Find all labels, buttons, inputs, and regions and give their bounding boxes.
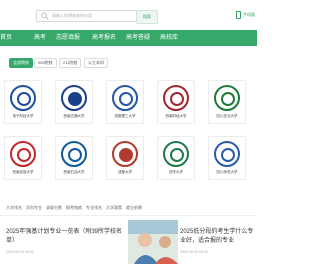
school-logo bbox=[10, 85, 36, 111]
filter-bar: 全部院校 985院校 211院校 公立本科 bbox=[0, 58, 257, 68]
school-card[interactable]: 西南石油大学 bbox=[55, 136, 93, 180]
school-card[interactable]: 成都理工大学 bbox=[106, 80, 144, 124]
school-card[interactable]: 西华大学 bbox=[157, 136, 195, 180]
school-name: 西南财经大学 bbox=[165, 114, 187, 118]
school-logo bbox=[61, 85, 87, 111]
tag-majors[interactable]: 学科专业 bbox=[26, 204, 42, 212]
school-logo bbox=[112, 85, 138, 111]
category-tags: 大学排名 学科专业 录取分数 报考指南 专业排名 大学政策 就业前景 bbox=[0, 204, 257, 212]
tag-guide[interactable]: 报考指南 bbox=[66, 204, 82, 212]
article-title[interactable]: 2025低分段的考生学什么专业好，适合报的专业 bbox=[180, 228, 256, 246]
school-card[interactable]: 成都大学 bbox=[106, 136, 144, 180]
mobile-link-label: 手机版 bbox=[243, 12, 255, 18]
school-card[interactable]: 西南财经大学 bbox=[157, 80, 195, 124]
filter-985[interactable]: 985院校 bbox=[34, 58, 57, 68]
divider bbox=[0, 215, 257, 216]
article-title[interactable]: 2025年强基计划专业一览表（附39所学校名单） bbox=[6, 228, 124, 246]
school-name: 西南交通大学 bbox=[63, 114, 85, 118]
tag-ranking[interactable]: 大学排名 bbox=[6, 204, 22, 212]
school-name: 西华大学 bbox=[169, 170, 183, 174]
school-logo bbox=[214, 141, 240, 167]
school-card[interactable]: 电子科技大学 bbox=[4, 80, 42, 124]
nav-item-gaokao[interactable]: 高考 bbox=[34, 30, 46, 46]
school-card[interactable]: 西南交通大学 bbox=[55, 80, 93, 124]
mobile-link[interactable]: 手机版 bbox=[236, 11, 255, 19]
school-name: 西南石油大学 bbox=[63, 170, 85, 174]
school-logo bbox=[214, 85, 240, 111]
top-bar: 请输入你想查询的内容 搜索 手机版 bbox=[0, 0, 257, 30]
nav-item-registration[interactable]: 高考报名 bbox=[92, 30, 116, 46]
tag-major-ranking[interactable]: 专业排名 bbox=[86, 204, 102, 212]
article-date: 2025-05-20 08:45 bbox=[180, 250, 208, 254]
school-card[interactable]: 四川农业大学 bbox=[208, 80, 246, 124]
school-name: 成都大学 bbox=[118, 170, 132, 174]
tag-employment[interactable]: 就业前景 bbox=[126, 204, 142, 212]
school-logo bbox=[10, 141, 36, 167]
nav-item-home[interactable]: 首页 bbox=[0, 30, 12, 46]
filter-211[interactable]: 211院校 bbox=[59, 58, 82, 68]
school-card[interactable]: 西南民族大学 bbox=[4, 136, 42, 180]
search-icon bbox=[41, 12, 49, 20]
nav-item-volunteer[interactable]: 志愿填报 bbox=[56, 30, 80, 46]
nav-item-university-db[interactable]: 高校库 bbox=[160, 30, 178, 46]
article-card[interactable]: 2025年强基计划专业一览表（附39所学校名单） 2025-05-20 09:3… bbox=[0, 220, 128, 264]
search-placeholder: 请输入你想查询的内容 bbox=[52, 13, 92, 18]
school-name: 四川师范大学 bbox=[216, 170, 238, 174]
main-nav: 首页 高考 志愿填报 高考报名 高考答疑 高校库 bbox=[0, 30, 257, 46]
school-name: 电子科技大学 bbox=[12, 114, 34, 118]
school-logo bbox=[112, 141, 138, 167]
article-card[interactable]: 2025低分段的考生学什么专业好，适合报的专业 2025-05-20 08:45 bbox=[128, 220, 257, 264]
school-name: 西南民族大学 bbox=[12, 170, 34, 174]
tag-scores[interactable]: 录取分数 bbox=[46, 204, 62, 212]
search-button[interactable]: 搜索 bbox=[136, 10, 158, 24]
tag-policy[interactable]: 大学政策 bbox=[106, 204, 122, 212]
school-logo bbox=[163, 141, 189, 167]
nav-item-qa[interactable]: 高考答疑 bbox=[126, 30, 150, 46]
school-logo bbox=[163, 85, 189, 111]
school-name: 成都理工大学 bbox=[114, 114, 136, 118]
phone-icon bbox=[236, 11, 241, 19]
school-name: 四川农业大学 bbox=[216, 114, 238, 118]
school-logo bbox=[61, 141, 87, 167]
article-date: 2025-05-20 09:30 bbox=[6, 250, 34, 254]
school-card[interactable]: 四川师范大学 bbox=[208, 136, 246, 180]
filter-public[interactable]: 公立本科 bbox=[84, 58, 108, 68]
filter-all[interactable]: 全部院校 bbox=[9, 58, 33, 68]
